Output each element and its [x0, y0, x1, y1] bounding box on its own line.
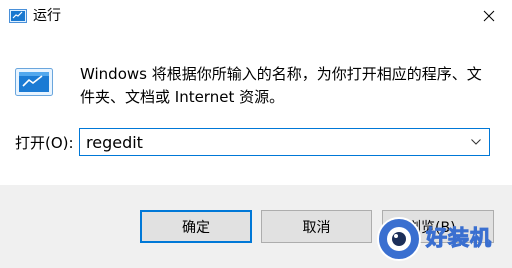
browse-button[interactable]: 浏览(B)... — [382, 210, 494, 243]
open-label: 打开(O): — [15, 134, 74, 152]
close-icon — [483, 7, 495, 26]
close-button[interactable] — [466, 0, 512, 33]
run-app-icon — [15, 68, 53, 96]
description-text: Windows 将根据你所输入的名称，为你打开相应的程序、文件夹、文档或 Int… — [80, 65, 482, 106]
open-combobox[interactable] — [79, 128, 490, 156]
title-bar: 运行 — [0, 0, 512, 33]
chevron-down-icon[interactable] — [465, 129, 487, 155]
run-app-icon — [9, 8, 27, 23]
window-title: 运行 — [33, 8, 61, 24]
cancel-button[interactable]: 取消 — [261, 210, 372, 243]
open-input[interactable] — [80, 129, 466, 155]
dialog-content: Windows 将根据你所输入的名称，为你打开相应的程序、文件夹、文档或 Int… — [0, 33, 512, 185]
ok-button[interactable]: 确定 — [140, 210, 252, 243]
